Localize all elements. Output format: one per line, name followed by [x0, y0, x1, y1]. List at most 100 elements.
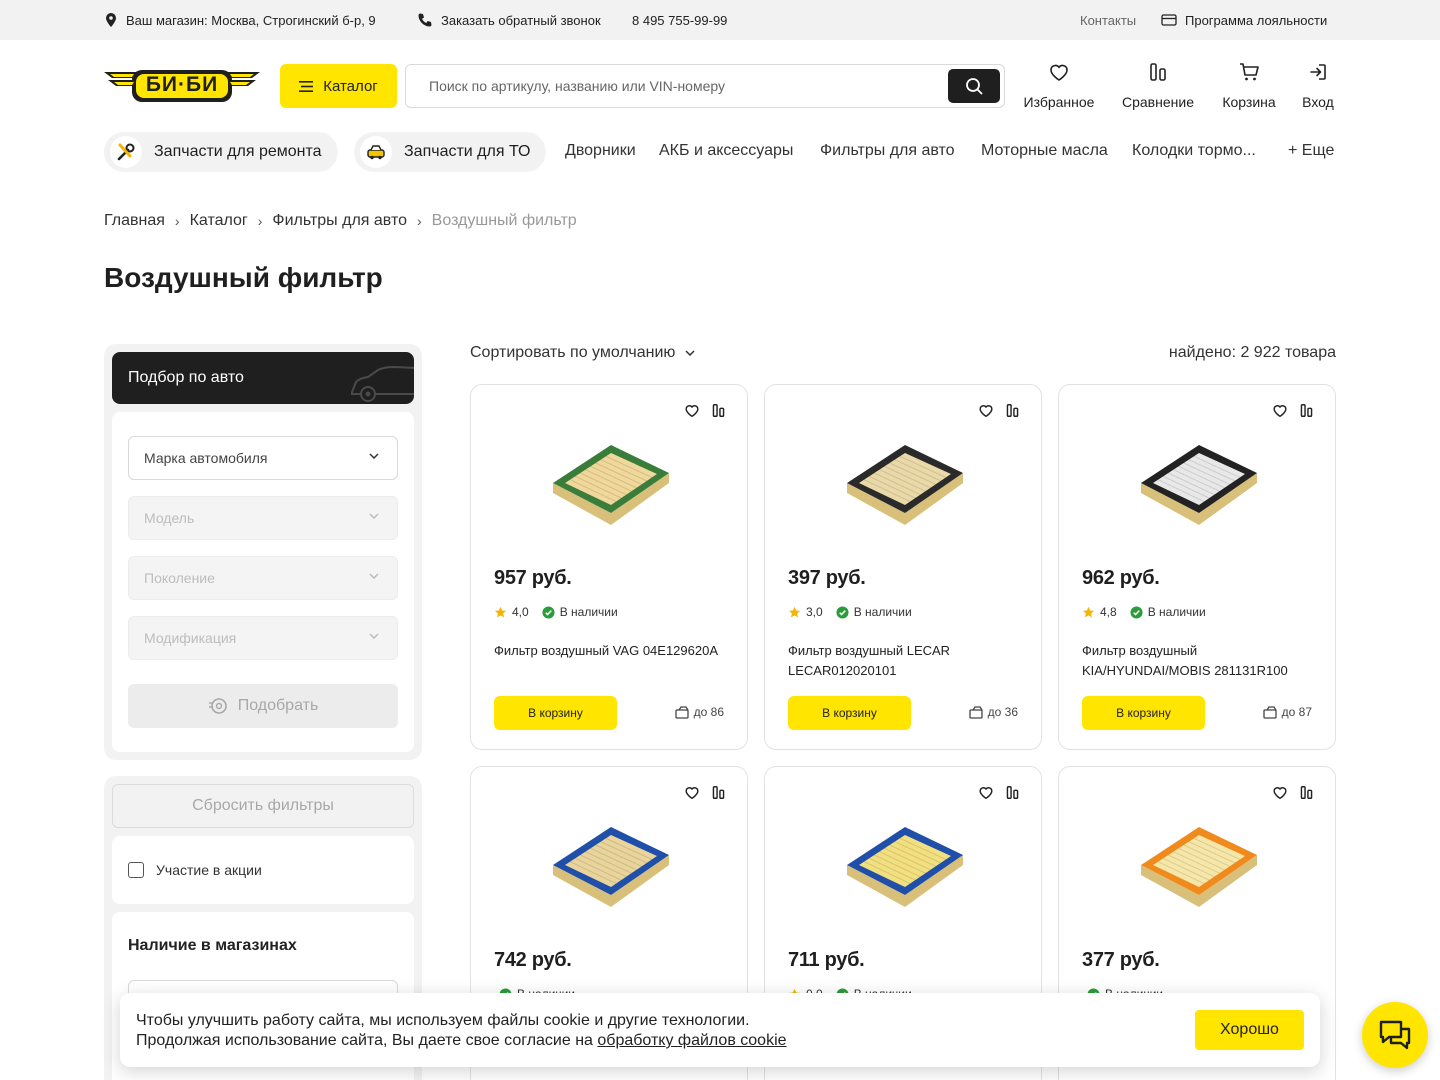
box-icon	[1262, 705, 1277, 719]
logo[interactable]: БИ·БИ	[102, 66, 262, 106]
favorite-toggle[interactable]	[684, 403, 700, 418]
generation-select-value: Поколение	[144, 570, 215, 586]
store-address: Ваш магазин: Москва, Строгинский б-р, 9	[126, 12, 376, 28]
stock-quantity: до 87	[1262, 705, 1312, 719]
check-circle-icon	[836, 605, 849, 619]
wheel-icon	[208, 698, 227, 714]
favorite-toggle[interactable]	[978, 403, 994, 418]
chevron-right-icon: ›	[174, 213, 180, 229]
breadcrumb: Главная › Каталог › Фильтры для авто › В…	[104, 212, 577, 230]
heart-icon	[1273, 405, 1287, 418]
card-actions	[684, 403, 725, 418]
product-image[interactable]	[835, 807, 975, 917]
phone-icon	[418, 13, 432, 27]
logo-text: БИ·БИ	[145, 73, 219, 96]
breadcrumb-filters[interactable]: Фильтры для авто	[272, 212, 407, 230]
product-card-3[interactable]: 962 руб. 4,8 В наличии Фильтр воздушный …	[1058, 384, 1336, 750]
search-button[interactable]	[948, 69, 1000, 103]
chevron-down-icon	[369, 513, 379, 519]
maintenance-parts-label: Запчасти для ТО	[404, 143, 531, 160]
car-silhouette-icon	[351, 365, 414, 402]
cookie-line-2: Продолжая использование сайта, Вы даете …	[136, 1032, 598, 1049]
compare-toggle[interactable]	[712, 403, 725, 418]
breadcrumb-home[interactable]: Главная	[104, 212, 165, 230]
product-card-2[interactable]: 397 руб. 3,0 В наличии Фильтр воздушный …	[764, 384, 1042, 750]
add-to-cart-label: В корзину	[1116, 706, 1171, 720]
heart-icon	[1050, 64, 1068, 81]
phone-number[interactable]: 8 495 755-99-99	[632, 0, 727, 40]
compare-icon	[1006, 404, 1019, 417]
product-image[interactable]	[541, 807, 681, 917]
compare-toggle[interactable]	[712, 785, 725, 800]
pick-button[interactable]: Подобрать	[128, 684, 398, 728]
product-image[interactable]	[1129, 807, 1269, 917]
box-icon	[674, 705, 689, 719]
favorite-toggle[interactable]	[684, 785, 700, 800]
stock-quantity-text: до 36	[987, 705, 1018, 719]
breadcrumb-catalog[interactable]: Каталог	[190, 212, 248, 230]
add-to-cart-button[interactable]: В корзину	[788, 696, 911, 730]
product-image[interactable]	[541, 425, 681, 535]
add-to-cart-button[interactable]: В корзину	[494, 696, 617, 730]
favorite-toggle[interactable]	[1272, 403, 1288, 418]
check-circle-icon	[1130, 605, 1143, 619]
favorite-toggle[interactable]	[978, 785, 994, 800]
callback-link[interactable]: Заказать обратный звонок	[417, 0, 601, 40]
sort-dropdown[interactable]: Сортировать по умолчанию	[470, 344, 695, 362]
cookie-policy-link[interactable]: обработку файлов cookie	[597, 1032, 786, 1049]
nav-link-brake-pads[interactable]: Колодки тормо...	[1132, 142, 1256, 160]
card-icon	[1161, 14, 1177, 26]
maintenance-parts-pill[interactable]: Запчасти для ТО	[354, 132, 547, 172]
modification-select-value: Модификация	[144, 630, 237, 646]
generation-select[interactable]: Поколение	[128, 556, 398, 600]
brand-select[interactable]: Марка автомобиля	[128, 436, 398, 480]
compare-toggle[interactable]	[1300, 403, 1313, 418]
product-name[interactable]: Фильтр воздушный LECAR LECAR012020101	[788, 641, 1023, 681]
add-to-cart-button[interactable]: В корзину	[1082, 696, 1205, 730]
contacts-label: Контакты	[1080, 12, 1137, 28]
store-selector[interactable]: Ваш магазин: Москва, Строгинский б-р, 9	[104, 0, 376, 40]
nav-link-more[interactable]: + Еще	[1288, 142, 1334, 160]
product-card-1[interactable]: 957 руб. 4,0 В наличии Фильтр воздушный …	[470, 384, 748, 750]
repair-parts-pill[interactable]: Запчасти для ремонта	[104, 132, 338, 172]
product-price: 957 руб.	[494, 567, 572, 589]
stock-text: В наличии	[1147, 605, 1206, 619]
nav-link-wipers[interactable]: Дворники	[565, 142, 636, 160]
car-selector-form: Марка автомобиля Модель Поколение Модифи…	[112, 412, 414, 752]
stock-text: В наличии	[559, 605, 618, 619]
product-meta: 4,0 В наличии	[494, 605, 618, 619]
search-input[interactable]	[406, 65, 946, 107]
car-selector-header: Подбор по авто	[112, 352, 414, 404]
compare-button[interactable]: Сравнение	[1119, 62, 1197, 110]
compare-icon	[1300, 786, 1313, 800]
compare-toggle[interactable]	[1006, 403, 1019, 418]
catalog-button[interactable]: Каталог	[280, 64, 397, 108]
contacts-link[interactable]: Контакты	[1080, 0, 1136, 40]
modification-select[interactable]: Модификация	[128, 616, 398, 660]
compare-toggle[interactable]	[1300, 785, 1313, 800]
favorite-toggle[interactable]	[1272, 785, 1288, 800]
reset-filters-button[interactable]: Сбросить фильтры	[112, 784, 414, 828]
cart-button[interactable]: Корзина	[1218, 62, 1280, 110]
nav-link-batteries[interactable]: АКБ и аксессуары	[659, 142, 793, 160]
login-button[interactable]: Вход	[1298, 62, 1338, 110]
promo-checkbox[interactable]	[128, 862, 144, 878]
nav-link-filters[interactable]: Фильтры для авто	[820, 142, 955, 160]
chevron-right-icon: ›	[257, 213, 263, 229]
check-circle-icon	[542, 605, 555, 619]
sort-label: Сортировать по умолчанию	[470, 344, 676, 361]
product-name[interactable]: Фильтр воздушный KIA/HYUNDAI/MOBIS 28113…	[1082, 641, 1317, 681]
product-image[interactable]	[1129, 425, 1269, 535]
car-selector-panel: Подбор по авто Марка автомобиля Модель П…	[104, 344, 422, 760]
product-image[interactable]	[835, 425, 975, 535]
favorites-button[interactable]: Избранное	[1020, 62, 1098, 110]
cookie-accept-label: Хорошо	[1220, 1021, 1279, 1038]
cookie-accept-button[interactable]: Хорошо	[1195, 1010, 1304, 1050]
product-price: 742 руб.	[494, 949, 572, 971]
compare-toggle[interactable]	[1006, 785, 1019, 800]
nav-link-oils[interactable]: Моторные масла	[981, 142, 1108, 160]
product-name[interactable]: Фильтр воздушный VAG 04E129620A	[494, 641, 729, 661]
model-select[interactable]: Модель	[128, 496, 398, 540]
chat-button[interactable]	[1362, 1002, 1428, 1068]
loyalty-link[interactable]: Программа лояльности	[1161, 0, 1327, 40]
